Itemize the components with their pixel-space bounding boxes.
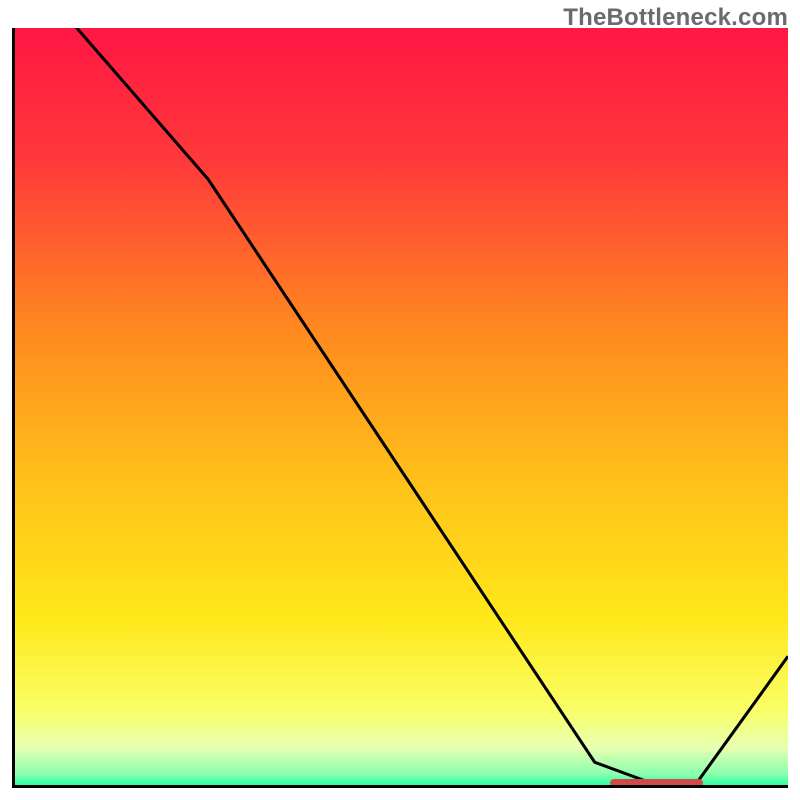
optimal-range-marker	[610, 779, 703, 787]
bottleneck-curve	[15, 28, 788, 785]
chart-stage: TheBottleneck.com	[0, 0, 800, 800]
plot-area	[12, 28, 788, 788]
curve-layer	[15, 28, 788, 785]
